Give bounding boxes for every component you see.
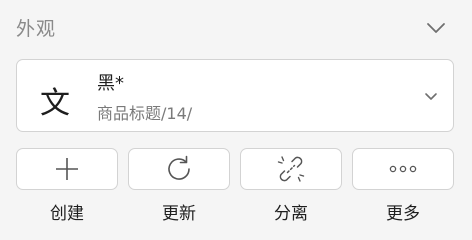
more-label: 更多 bbox=[386, 204, 420, 224]
refresh-icon bbox=[168, 155, 190, 180]
update-label: 更新 bbox=[162, 204, 196, 224]
update-button[interactable] bbox=[128, 148, 230, 190]
more-button[interactable] bbox=[352, 148, 454, 190]
chevron-down-icon bbox=[427, 23, 445, 33]
plus-icon bbox=[56, 158, 78, 180]
font-style-selector[interactable]: 文 黑* 商品标题/14/ bbox=[16, 59, 454, 132]
unlink-icon bbox=[277, 156, 305, 182]
detach-label: 分离 bbox=[274, 204, 308, 224]
font-style-dropdown[interactable] bbox=[421, 87, 441, 107]
chevron-down-icon bbox=[425, 93, 437, 100]
font-style-path: 商品标题/14/ bbox=[97, 104, 193, 123]
create-button[interactable] bbox=[16, 148, 118, 190]
font-style-name: 黑* bbox=[97, 73, 124, 94]
create-label: 创建 bbox=[50, 204, 84, 224]
section-title: 外观 bbox=[16, 18, 57, 40]
font-preview-glyph: 文 bbox=[40, 86, 70, 121]
collapse-button[interactable] bbox=[424, 16, 448, 40]
detach-button[interactable] bbox=[240, 148, 342, 190]
more-icon bbox=[389, 165, 417, 173]
